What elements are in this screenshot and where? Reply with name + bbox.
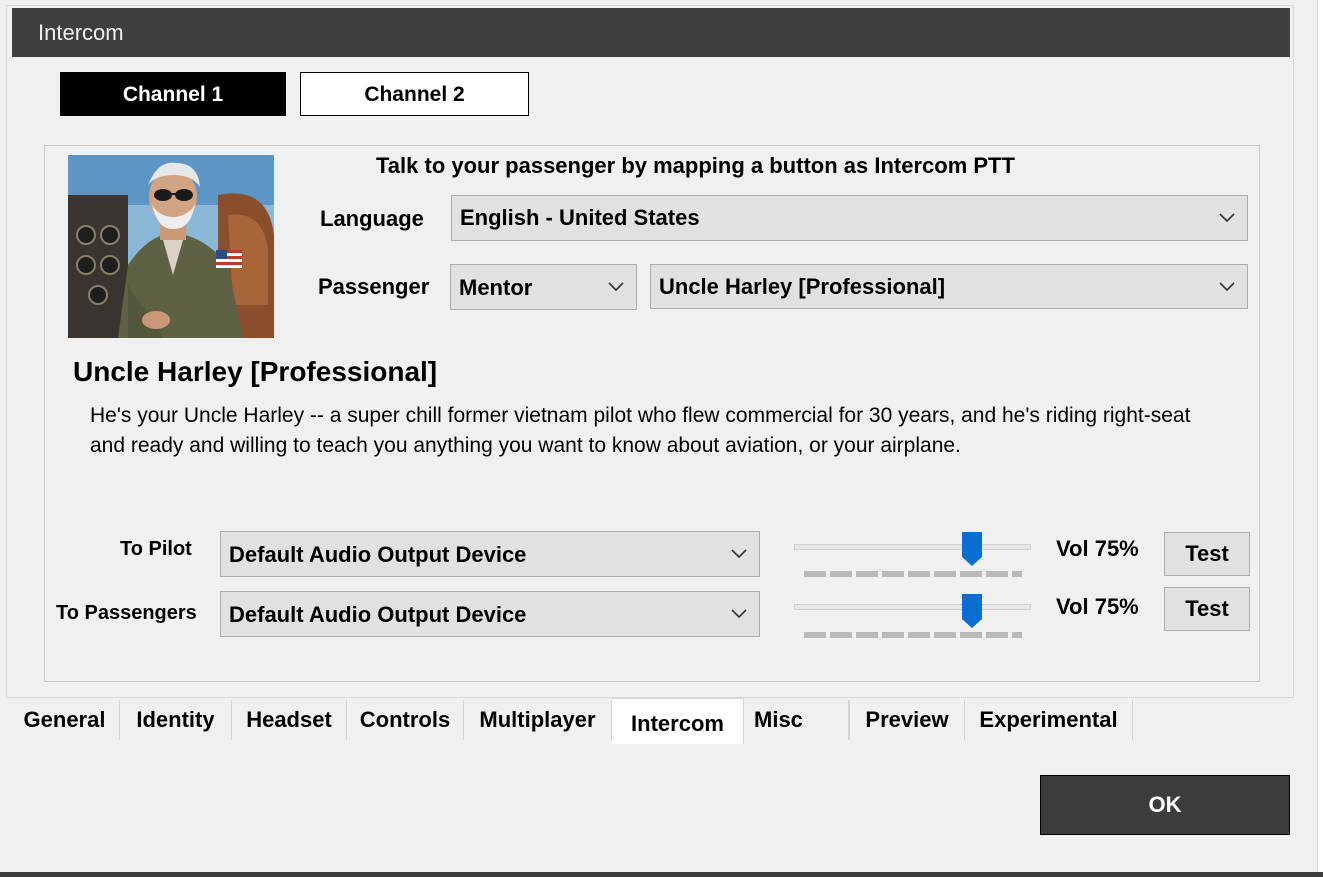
slider-thumb-icon[interactable]: [961, 593, 983, 629]
to-pilot-device-value: Default Audio Output Device: [229, 542, 527, 567]
to-pilot-label: To Pilot: [120, 538, 192, 560]
passenger-type-dropdown[interactable]: Mentor: [450, 264, 637, 310]
persona-name: Uncle Harley [Professional]: [73, 356, 438, 387]
to-pilot-device-dropdown[interactable]: Default Audio Output Device: [220, 531, 760, 577]
slider-thumb-icon[interactable]: [961, 531, 983, 567]
persona-description: He's your Uncle Harley -- a super chill …: [90, 404, 1191, 457]
to-passengers-volume-readout: Vol 75%: [1056, 594, 1139, 619]
language-value: English - United States: [460, 205, 700, 230]
to-passengers-volume-ticks: [804, 632, 1022, 638]
passenger-avatar: [68, 155, 274, 338]
passenger-type-value: Mentor: [459, 275, 533, 300]
tab-multiplayer[interactable]: Multiplayer: [464, 700, 612, 740]
language-label: Language: [320, 206, 424, 231]
passenger-label: Passenger: [318, 274, 430, 299]
to-passengers-label: To Passengers: [56, 602, 197, 624]
to-passengers-test-button[interactable]: Test: [1164, 587, 1250, 631]
to-pilot-test-button[interactable]: Test: [1164, 532, 1250, 576]
to-pilot-volume-track[interactable]: [794, 544, 1031, 550]
chevron-down-icon: [1219, 281, 1235, 291]
channel-1-button[interactable]: Channel 1: [60, 72, 286, 116]
tab-intercom[interactable]: Intercom: [612, 698, 744, 744]
language-dropdown[interactable]: English - United States: [451, 195, 1248, 241]
tab-identity[interactable]: Identity: [120, 700, 232, 740]
ok-button[interactable]: OK: [1040, 775, 1290, 835]
tab-experimental[interactable]: Experimental: [965, 700, 1133, 740]
chevron-down-icon: [731, 609, 747, 619]
window-right-edge: [1317, 0, 1323, 877]
passenger-value: Uncle Harley [Professional]: [659, 274, 946, 299]
to-passengers-volume-track[interactable]: [794, 604, 1031, 610]
window-bottom-edge: [0, 872, 1323, 877]
chevron-down-icon: [608, 282, 624, 292]
chevron-down-icon: [1219, 213, 1235, 223]
to-pilot-volume-ticks: [804, 571, 1022, 577]
tab-general[interactable]: General: [10, 700, 120, 740]
tab-preview[interactable]: Preview: [849, 700, 965, 740]
chevron-down-icon: [731, 549, 747, 559]
to-pilot-volume-readout: Vol 75%: [1056, 536, 1139, 561]
tab-headset[interactable]: Headset: [232, 700, 347, 740]
tab-misc[interactable]: Misc: [744, 700, 849, 740]
channel-2-button[interactable]: Channel 2: [300, 72, 529, 116]
tab-controls[interactable]: Controls: [347, 700, 464, 740]
panel-title: Intercom: [12, 8, 1290, 57]
passenger-dropdown[interactable]: Uncle Harley [Professional]: [650, 264, 1248, 309]
to-passengers-device-value: Default Audio Output Device: [229, 602, 527, 627]
to-passengers-device-dropdown[interactable]: Default Audio Output Device: [220, 591, 760, 637]
intercom-headline: Talk to your passenger by mapping a butt…: [376, 153, 1015, 178]
